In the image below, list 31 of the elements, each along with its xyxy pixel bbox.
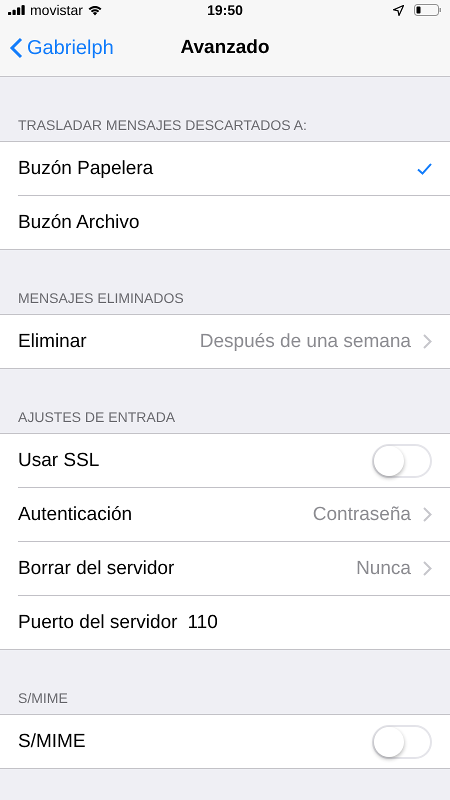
clock-time: 19:50 bbox=[206, 2, 244, 18]
row-label: Puerto del servidor bbox=[18, 612, 178, 634]
section-header: S/MIME bbox=[17, 689, 69, 708]
row-value: Después de una semana bbox=[200, 330, 411, 352]
carrier-name: movistar bbox=[30, 2, 83, 18]
section-header: MENSAJES ELIMINADOS bbox=[17, 289, 185, 308]
option-row[interactable]: Buzón Archivo bbox=[18, 196, 450, 249]
row-label[interactable]: Eliminar bbox=[18, 330, 87, 352]
toggle-switch[interactable] bbox=[372, 444, 432, 478]
back-button[interactable]: Gabrielph bbox=[0, 36, 114, 60]
row-label[interactable]: Usar SSL bbox=[18, 450, 100, 472]
port-value[interactable]: 110 bbox=[187, 612, 218, 634]
row-label[interactable]: Autenticación bbox=[18, 504, 132, 526]
row-value: Nunca bbox=[356, 558, 411, 580]
section-header: AJUSTES DE ENTRADA bbox=[17, 408, 176, 427]
back-chevron-icon bbox=[10, 37, 23, 59]
row-label[interactable]: S/MIME bbox=[18, 730, 86, 752]
section-header: TRASLADAR MENSAJES DESCARTADOS A: bbox=[17, 116, 308, 135]
toggle-switch[interactable] bbox=[372, 724, 432, 758]
signal-icon bbox=[8, 5, 26, 15]
wifi-icon bbox=[86, 4, 103, 16]
row-label[interactable]: Borrar del servidor bbox=[18, 558, 174, 580]
row-value: Contraseña bbox=[312, 504, 411, 526]
chevron-icon bbox=[423, 561, 432, 576]
battery-icon bbox=[414, 4, 442, 16]
screen-title: Avanzado bbox=[179, 37, 271, 59]
chevron-icon bbox=[423, 334, 432, 349]
row-label[interactable]: Buzón Archivo bbox=[18, 212, 140, 234]
row-label[interactable]: Buzón Papelera bbox=[18, 158, 154, 180]
chevron-icon bbox=[423, 507, 432, 522]
location-arrow-icon bbox=[393, 4, 404, 16]
